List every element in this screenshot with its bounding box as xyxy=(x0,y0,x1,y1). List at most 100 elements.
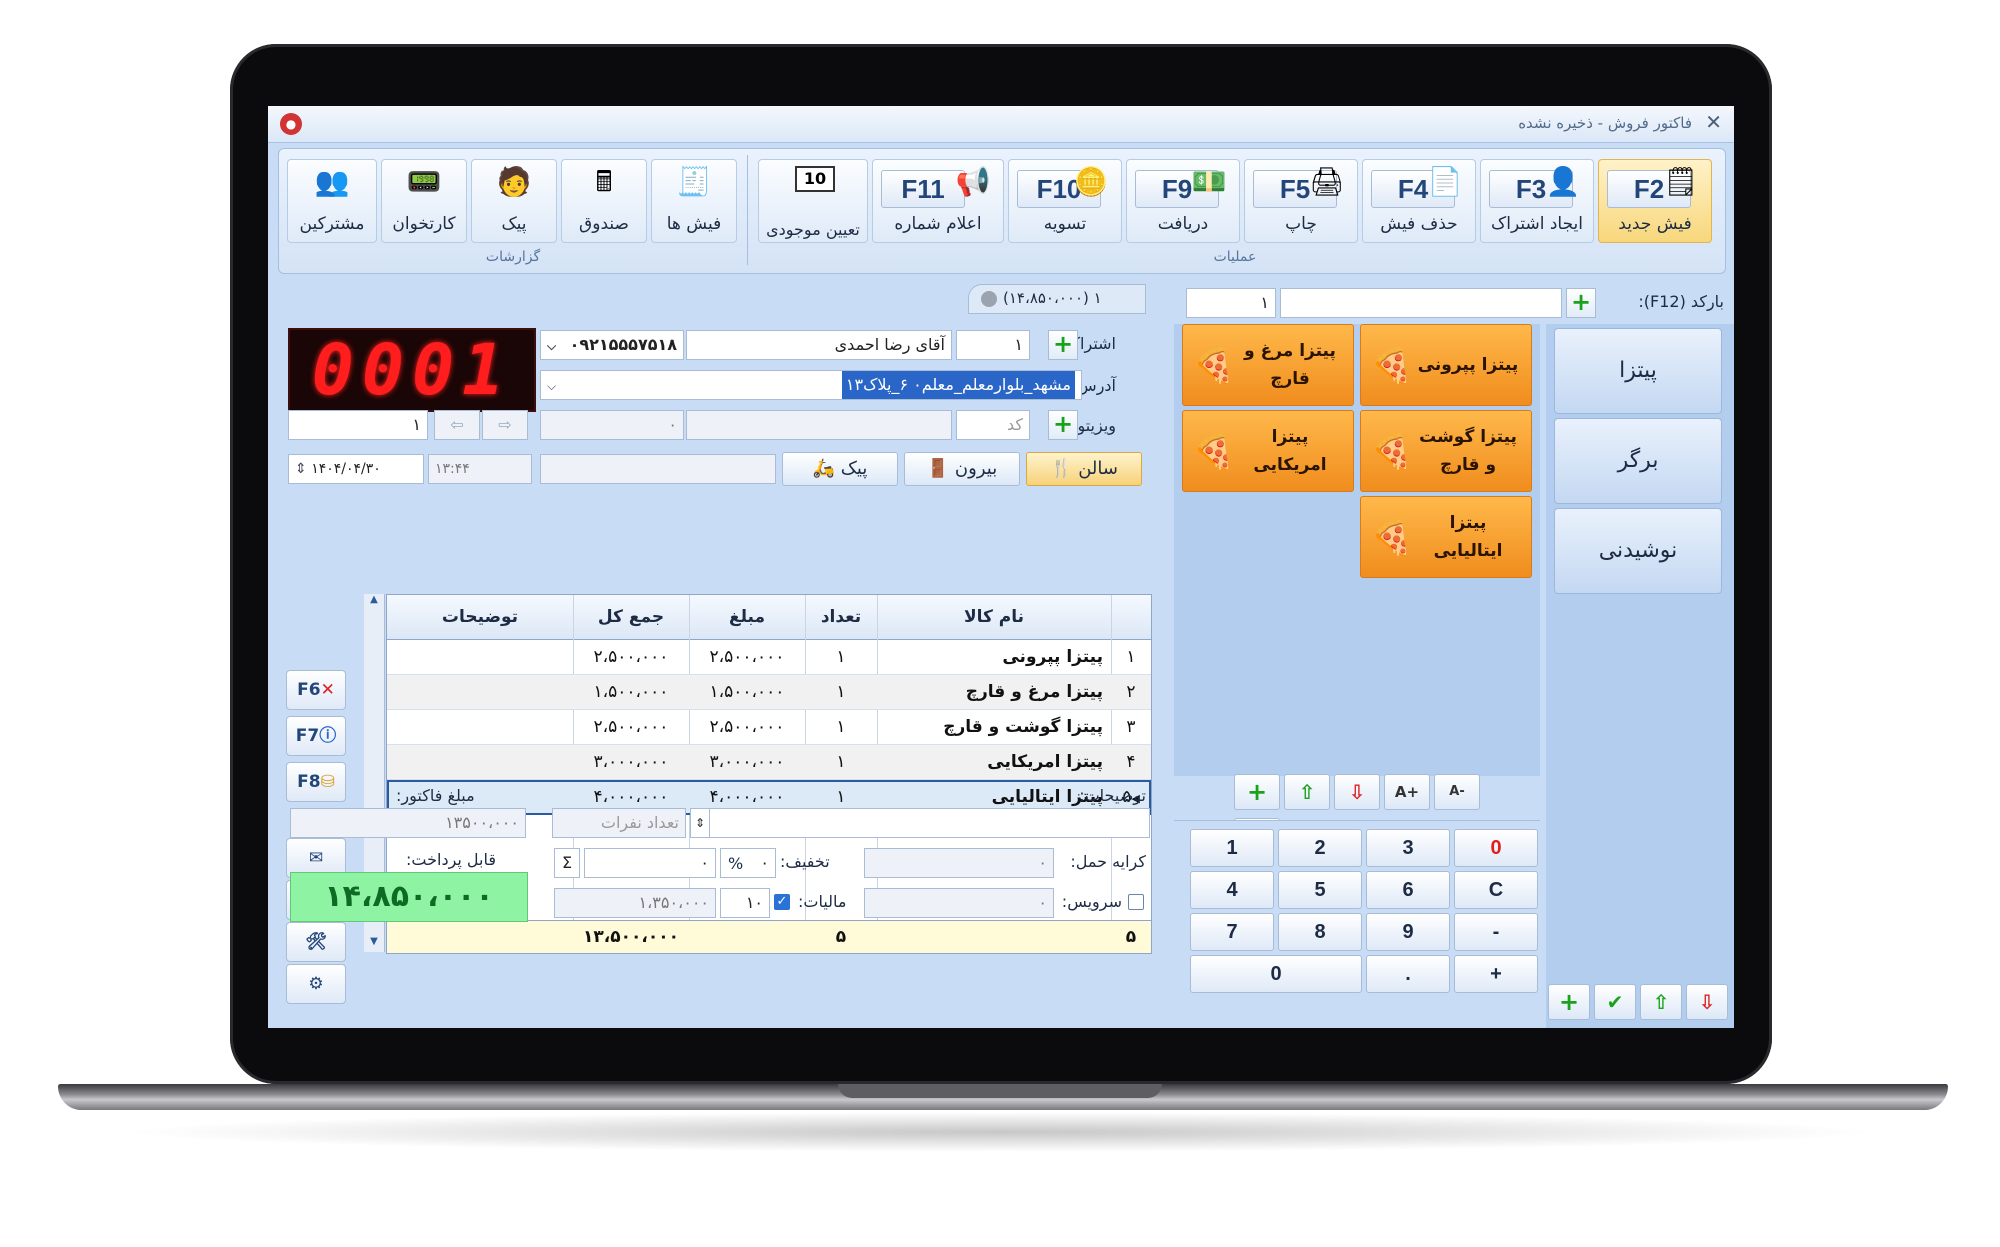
category-drinks[interactable]: نوشیدنی xyxy=(1554,508,1722,594)
courier-button[interactable]: پیک 🛵 xyxy=(782,452,898,486)
people-spinner-icon[interactable]: ⇕ xyxy=(690,808,710,838)
receive-button[interactable]: F9 💵 دریافت xyxy=(1126,159,1240,243)
description-field[interactable] xyxy=(706,808,1150,838)
service-note-field[interactable] xyxy=(540,454,776,484)
takeout-button[interactable]: بیرون 🚪 xyxy=(904,452,1020,486)
new-receipt-button[interactable]: F2 🗒 فیش جدید xyxy=(1598,159,1712,243)
tools-button[interactable]: 🛠 xyxy=(286,922,346,962)
barcode-qty-field[interactable]: ۱ xyxy=(1186,288,1276,318)
settings-button[interactable]: ⚙ xyxy=(286,964,346,1004)
customer-name-field[interactable]: آقای رضا احمدی xyxy=(686,330,952,360)
table-row[interactable]: ۳،۰۰۰،۰۰۰ ۳،۰۰۰،۰۰۰ ۱ پیتزا امریکایی ۴ xyxy=(387,745,1151,780)
table-number-field[interactable]: ۱ xyxy=(288,410,428,440)
card-reader-report-button[interactable]: 📟 کارتخوان xyxy=(381,159,467,243)
service-checkbox[interactable] xyxy=(1128,894,1144,910)
dine-in-button[interactable]: سالن 🍴 xyxy=(1026,452,1142,486)
table-row[interactable]: ۱،۵۰۰،۰۰۰ ۱،۵۰۰،۰۰۰ ۱ پیتزا مرغ و قارچ ۲ xyxy=(387,675,1151,710)
tax-checkbox[interactable]: ✓ xyxy=(774,894,790,910)
barcode-add-button[interactable]: + xyxy=(1566,288,1596,318)
key-7[interactable]: 7 xyxy=(1190,913,1274,951)
f7-info-button[interactable]: F7ⓘ xyxy=(286,716,346,756)
receipt-tab[interactable]: ۱ (۱۴،۸۵۰،۰۰۰) xyxy=(968,284,1146,314)
announce-number-button[interactable]: F11 📢 اعلام شماره xyxy=(872,159,1004,243)
people-count-field[interactable]: تعداد نفرات xyxy=(552,808,686,838)
font-decrease-button[interactable]: A- xyxy=(1434,774,1480,810)
column-header-description[interactable]: توضیحات xyxy=(387,595,573,639)
key-0-red[interactable]: 0 xyxy=(1454,829,1538,867)
previous-arrow-icon[interactable]: ⇦ xyxy=(434,410,480,440)
confirm-category-button[interactable]: ✔ xyxy=(1594,984,1636,1020)
product-button[interactable]: 🍕 پیتزا پپرونی xyxy=(1360,324,1532,406)
category-pizza[interactable]: پیتزا xyxy=(1554,328,1722,414)
add-category-button[interactable]: + xyxy=(1548,984,1590,1020)
table-row[interactable]: ۲،۵۰۰،۰۰۰ ۲،۵۰۰،۰۰۰ ۱ پیتزا گوشت و قارچ … xyxy=(387,710,1151,745)
customers-icon: 👥 xyxy=(314,165,350,198)
product-button[interactable]: 🍕 پیتزا مرغ و قارچ xyxy=(1182,324,1354,406)
time-field[interactable]: ۱۳:۴۴ xyxy=(428,454,532,484)
pizza-icon: 🍕 xyxy=(1370,432,1414,472)
date-field[interactable]: ⇕ ۱۴۰۴/۰۴/۳۰ xyxy=(288,454,424,484)
discount-amount-field[interactable]: ۰ xyxy=(584,848,716,878)
visitor-value-field[interactable]: ۰ xyxy=(540,410,684,440)
key-8[interactable]: 8 xyxy=(1278,913,1362,951)
category-down-button[interactable]: ⇩ xyxy=(1686,984,1728,1020)
close-icon[interactable]: ✕ xyxy=(1705,110,1722,134)
f6-delete-row-button[interactable]: F6✕ xyxy=(286,670,346,710)
key-dot[interactable]: . xyxy=(1366,955,1450,993)
scroll-down-icon[interactable]: ▼ xyxy=(364,936,384,952)
customers-report-button[interactable]: 👥 مشترکین xyxy=(287,159,377,243)
key-9[interactable]: 9 xyxy=(1366,913,1450,951)
print-button[interactable]: F5 🖨 چاپ xyxy=(1244,159,1358,243)
column-header-name[interactable]: نام کالا xyxy=(877,595,1111,639)
phone-dropdown[interactable]: ⌵ ۰۹۲۱۵۵۵۷۵۱۸ xyxy=(540,330,684,360)
shipping-field[interactable]: ۰ xyxy=(864,848,1054,878)
keypad: 1 2 3 0 4 5 6 C 7 8 9 - 0 . + xyxy=(1174,820,1540,1028)
delete-receipt-button[interactable]: F4 📄 حذف فیش xyxy=(1362,159,1476,243)
visitor-code-field[interactable]: کد xyxy=(956,410,1030,440)
product-button[interactable]: 🍕 پیتزا امریکایی xyxy=(1182,410,1354,492)
product-button[interactable]: 🍕 پیتزا گوشت و قارچ xyxy=(1360,410,1532,492)
subscription-code-field[interactable]: ۱ xyxy=(956,330,1030,360)
move-up-button[interactable]: ⇧ xyxy=(1284,774,1330,810)
key-5[interactable]: 5 xyxy=(1278,871,1362,909)
tax-amount-field[interactable]: ۱،۳۵۰،۰۰۰ xyxy=(554,888,716,918)
add-subscription-plus-button[interactable]: + xyxy=(1048,330,1078,360)
courier-report-button[interactable]: 🧑 پیک xyxy=(471,159,557,243)
tax-percent-field[interactable]: ۱۰ xyxy=(720,888,770,918)
add-product-button[interactable]: + xyxy=(1234,774,1280,810)
key-minus[interactable]: - xyxy=(1454,913,1538,951)
key-3[interactable]: 3 xyxy=(1366,829,1450,867)
set-stock-button[interactable]: 10 تعیین موجودی xyxy=(758,159,868,243)
category-up-button[interactable]: ⇧ xyxy=(1640,984,1682,1020)
next-arrow-icon[interactable]: ⇨ xyxy=(482,410,528,440)
f8-coins-button[interactable]: F8⛁ xyxy=(286,762,346,802)
table-row[interactable]: ۲،۵۰۰،۰۰۰ ۲،۵۰۰،۰۰۰ ۱ پیتزا پپرونی ۱ xyxy=(387,640,1151,675)
key-6[interactable]: 6 xyxy=(1366,871,1450,909)
sigma-button[interactable]: Σ xyxy=(554,848,580,878)
column-header-total[interactable]: جمع کل xyxy=(573,595,689,639)
product-button[interactable]: 🍕 پیتزا ایتالیایی xyxy=(1360,496,1532,578)
barcode-input[interactable] xyxy=(1280,288,1562,318)
address-dropdown[interactable]: ⌵ مشهد_بلوارمعلم_معلم۰ ۶_پلاک۱۳ xyxy=(540,370,1082,400)
visitor-name-field[interactable] xyxy=(686,410,952,440)
column-header-qty[interactable]: تعداد xyxy=(805,595,877,639)
scroll-up-icon[interactable]: ▲ xyxy=(364,594,384,610)
column-header-price[interactable]: مبلغ xyxy=(689,595,805,639)
key-1[interactable]: 1 xyxy=(1190,829,1274,867)
key-2[interactable]: 2 xyxy=(1278,829,1362,867)
move-down-button[interactable]: ⇩ xyxy=(1334,774,1380,810)
settle-button[interactable]: F10 🪙 تسویه xyxy=(1008,159,1122,243)
key-4[interactable]: 4 xyxy=(1190,871,1274,909)
service-field[interactable]: ۰ xyxy=(864,888,1054,918)
add-subscription-button[interactable]: F3 👤 ایجاد اشتراک xyxy=(1480,159,1594,243)
key-0[interactable]: 0 xyxy=(1190,955,1362,993)
font-increase-button[interactable]: A+ xyxy=(1384,774,1430,810)
cash-box-report-button[interactable]: 🖩 صندوق xyxy=(561,159,647,243)
coins-icon: ⛁ xyxy=(320,772,335,792)
row-qty: ۱ xyxy=(836,717,846,737)
category-burger[interactable]: برگر xyxy=(1554,418,1722,504)
key-clear[interactable]: C xyxy=(1454,871,1538,909)
add-visitor-plus-button[interactable]: + xyxy=(1048,410,1078,440)
key-plus[interactable]: + xyxy=(1454,955,1538,993)
receipts-report-button[interactable]: 🧾 فیش ها xyxy=(651,159,737,243)
